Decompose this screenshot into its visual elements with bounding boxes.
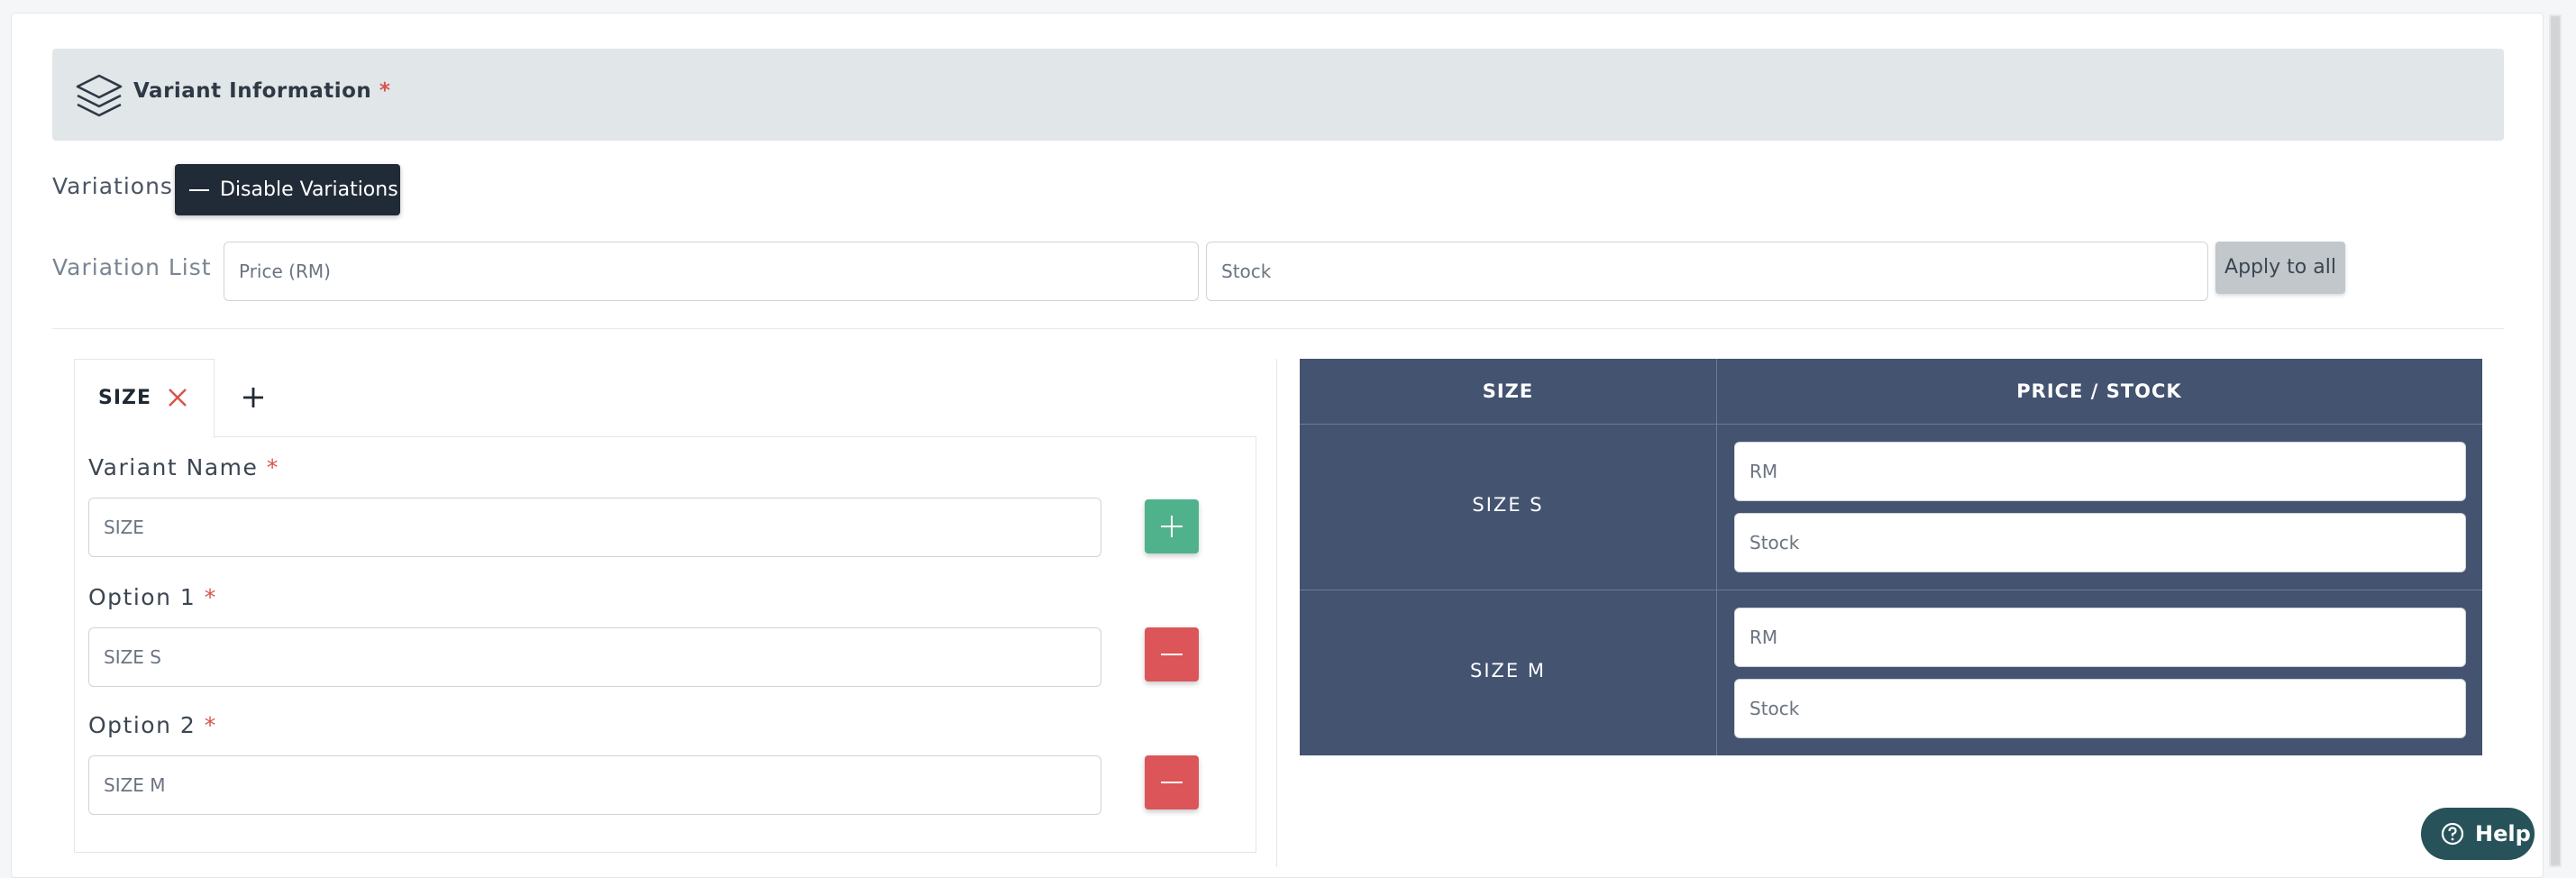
tab-size[interactable]: SIZE [74, 359, 215, 438]
section-title: Variant Information * [133, 79, 391, 103]
remove-option-2-button[interactable] [1145, 755, 1199, 809]
price-all-input[interactable]: Price (RM) [224, 242, 1199, 301]
variant-information-header: Variant Information * [52, 49, 2504, 141]
variant-name-input[interactable]: SIZE [88, 498, 1101, 557]
scrollbar-thumb[interactable] [2551, 16, 2560, 865]
minus-icon [189, 189, 209, 191]
divider [52, 328, 2504, 329]
row-size-s-stock-input[interactable]: Stock [1734, 513, 2466, 572]
required-mark: * [379, 79, 391, 103]
minus-icon [1161, 654, 1183, 655]
option-2-input[interactable]: SIZE M [88, 755, 1101, 815]
row-size-s-price-input[interactable]: RM [1734, 442, 2466, 501]
column-header-price-stock: PRICE / STOCK [2016, 380, 2182, 402]
variant-name-label: Variant Name * [88, 454, 279, 480]
variation-table: SIZE PRICE / STOCK SIZE S RM Stock SIZE … [1300, 359, 2482, 755]
layers-icon [76, 74, 123, 117]
question-circle-icon [2441, 822, 2464, 846]
close-icon[interactable] [165, 385, 190, 410]
option-1-label: Option 1 * [88, 584, 217, 610]
panel-divider [1276, 359, 1277, 867]
add-tab-plus-icon[interactable] [240, 384, 267, 411]
minus-icon [1161, 782, 1183, 783]
option-1-input[interactable]: SIZE S [88, 627, 1101, 687]
help-button[interactable]: Help [2421, 808, 2535, 860]
stock-all-input[interactable]: Stock [1206, 242, 2208, 301]
scrollbar[interactable] [2549, 14, 2562, 867]
variations-label: Variations [52, 173, 173, 199]
apply-to-all-button[interactable]: Apply to all [2215, 242, 2345, 294]
row-separator [1300, 424, 2482, 425]
column-header-size: SIZE [1482, 380, 1534, 402]
disable-variations-label: Disable Variations [220, 178, 398, 201]
variation-list-label: Variation List [52, 254, 212, 280]
add-option-button[interactable] [1145, 499, 1199, 553]
remove-option-1-button[interactable] [1145, 627, 1199, 681]
row-size-m-price-input[interactable]: RM [1734, 608, 2466, 667]
row-size-m-name: SIZE M [1470, 660, 1546, 681]
help-label: Help [2475, 821, 2531, 846]
disable-variations-button[interactable]: Disable Variations [175, 164, 400, 215]
row-size-s-name: SIZE S [1472, 494, 1544, 516]
tab-size-label: SIZE [98, 387, 152, 409]
row-size-m-stock-input[interactable]: Stock [1734, 679, 2466, 738]
option-2-label: Option 2 * [88, 712, 217, 738]
